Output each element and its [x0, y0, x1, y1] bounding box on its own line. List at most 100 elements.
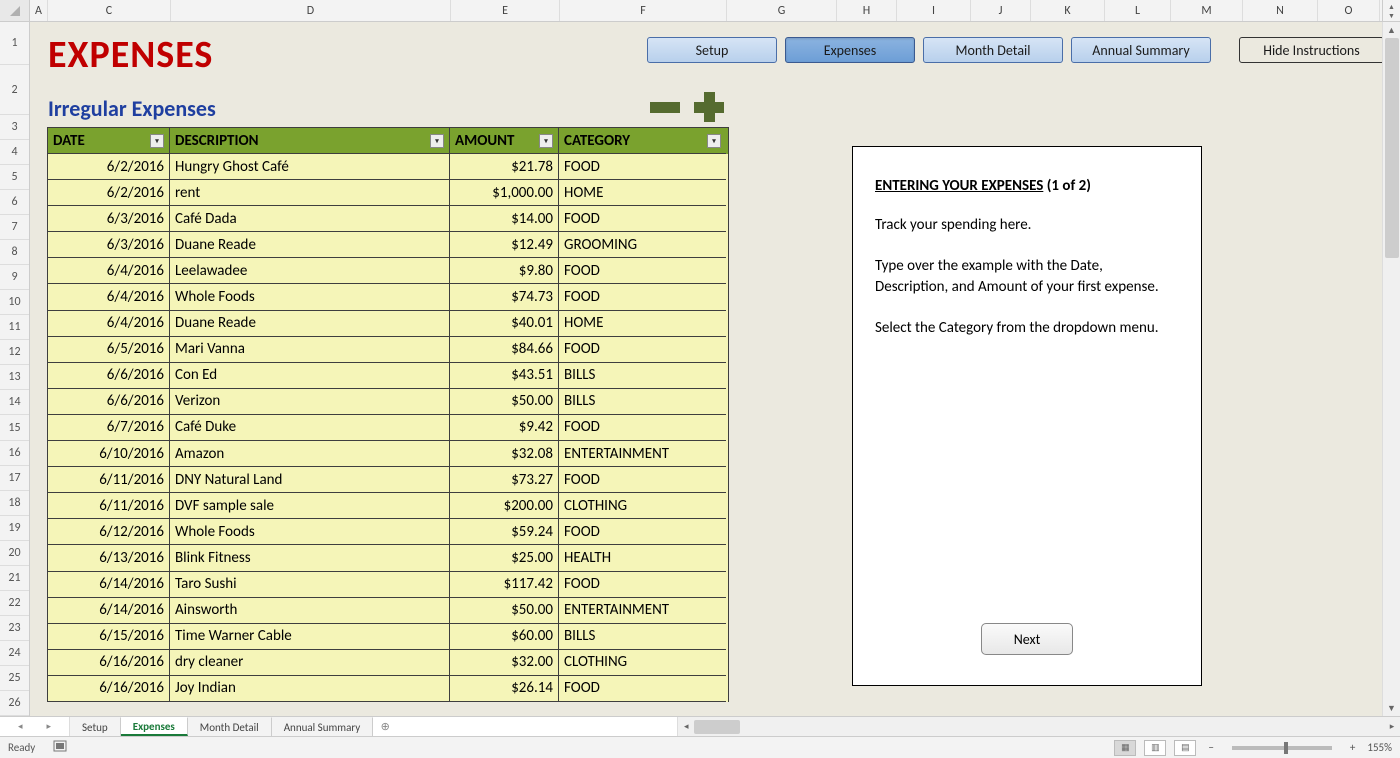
- cell-description[interactable]: rent: [170, 180, 450, 206]
- cell-description[interactable]: DNY Natural Land: [170, 467, 450, 493]
- row-header-9[interactable]: 9: [0, 265, 29, 290]
- cell-description[interactable]: Joy Indian: [170, 676, 450, 702]
- cell-amount[interactable]: $60.00: [450, 624, 559, 650]
- column-header-E[interactable]: E: [451, 0, 560, 21]
- cell-date[interactable]: 6/16/2016: [48, 676, 170, 702]
- cell-category[interactable]: BILLS: [559, 624, 726, 650]
- cell-description[interactable]: Ainsworth: [170, 598, 450, 624]
- cell-amount[interactable]: $40.01: [450, 311, 559, 337]
- cell-date[interactable]: 6/14/2016: [48, 598, 170, 624]
- filter-drop-icon[interactable]: ▾: [150, 134, 164, 148]
- cell-amount[interactable]: $9.80: [450, 258, 559, 284]
- cell-description[interactable]: Hungry Ghost Café: [170, 154, 450, 180]
- cell-category[interactable]: BILLS: [559, 363, 726, 389]
- cell-category[interactable]: FOOD: [559, 258, 726, 284]
- row-header-7[interactable]: 7: [0, 215, 29, 240]
- cell-category[interactable]: HEALTH: [559, 545, 726, 571]
- cell-date[interactable]: 6/13/2016: [48, 545, 170, 571]
- cell-date[interactable]: 6/2/2016: [48, 154, 170, 180]
- vertical-scrollbar[interactable]: ▲ ▼: [1382, 22, 1400, 716]
- row-header-6[interactable]: 6: [0, 190, 29, 215]
- row-header-14[interactable]: 14: [0, 390, 29, 415]
- cell-amount[interactable]: $1,000.00: [450, 180, 559, 206]
- cell-amount[interactable]: $84.66: [450, 337, 559, 363]
- nav-expenses-button[interactable]: Expenses: [785, 37, 915, 63]
- cell-description[interactable]: Café Duke: [170, 415, 450, 441]
- cell-category[interactable]: FOOD: [559, 415, 726, 441]
- cell-date[interactable]: 6/15/2016: [48, 624, 170, 650]
- cell-description[interactable]: DVF sample sale: [170, 493, 450, 519]
- hscroll-right-icon[interactable]: ▸: [1384, 721, 1400, 732]
- cell-category[interactable]: HOME: [559, 180, 726, 206]
- cell-amount[interactable]: $21.78: [450, 154, 559, 180]
- cell-date[interactable]: 6/4/2016: [48, 258, 170, 284]
- cell-amount[interactable]: $200.00: [450, 493, 559, 519]
- column-header-G[interactable]: G: [727, 0, 837, 21]
- cell-amount[interactable]: $43.51: [450, 363, 559, 389]
- cell-date[interactable]: 6/3/2016: [48, 206, 170, 232]
- cell-amount[interactable]: $117.42: [450, 572, 559, 598]
- cell-amount[interactable]: $25.00: [450, 545, 559, 571]
- cell-amount[interactable]: $14.00: [450, 206, 559, 232]
- cell-date[interactable]: 6/4/2016: [48, 311, 170, 337]
- cell-description[interactable]: Duane Reade: [170, 311, 450, 337]
- cell-amount[interactable]: $74.73: [450, 284, 559, 310]
- cell-date[interactable]: 6/14/2016: [48, 572, 170, 598]
- cell-date[interactable]: 6/3/2016: [48, 232, 170, 258]
- nav-month-detail-button[interactable]: Month Detail: [923, 37, 1063, 63]
- cell-date[interactable]: 6/11/2016: [48, 467, 170, 493]
- row-header-15[interactable]: 15: [0, 415, 29, 440]
- tab-nav-arrows[interactable]: ◂ ▸: [0, 717, 70, 736]
- column-header-I[interactable]: I: [897, 0, 971, 21]
- row-header-17[interactable]: 17: [0, 466, 29, 491]
- cell-category[interactable]: FOOD: [559, 284, 726, 310]
- row-header-21[interactable]: 21: [0, 566, 29, 591]
- cell-date[interactable]: 6/6/2016: [48, 389, 170, 415]
- row-header-5[interactable]: 5: [0, 165, 29, 190]
- column-header-M[interactable]: M: [1171, 0, 1243, 21]
- row-header-22[interactable]: 22: [0, 591, 29, 616]
- cell-amount[interactable]: $59.24: [450, 519, 559, 545]
- tab-first-icon[interactable]: ◂: [18, 721, 23, 732]
- cell-category[interactable]: CLOTHING: [559, 650, 726, 676]
- horizontal-scrollbar[interactable]: ◂ ▸: [677, 717, 1400, 736]
- cell-category[interactable]: FOOD: [559, 676, 726, 702]
- row-header-1[interactable]: 1: [0, 22, 29, 65]
- add-sheet-button[interactable]: ⊕: [373, 717, 397, 736]
- worksheet-tab-annual-summary[interactable]: Annual Summary: [272, 717, 374, 736]
- cell-amount[interactable]: $50.00: [450, 389, 559, 415]
- cell-category[interactable]: BILLS: [559, 389, 726, 415]
- cell-date[interactable]: 6/7/2016: [48, 415, 170, 441]
- worksheet-tab-expenses[interactable]: Expenses: [121, 717, 188, 736]
- cell-date[interactable]: 6/6/2016: [48, 363, 170, 389]
- row-header-3[interactable]: 3: [0, 115, 29, 140]
- view-normal-icon[interactable]: ▦: [1114, 740, 1136, 756]
- cell-date[interactable]: 6/12/2016: [48, 519, 170, 545]
- cell-description[interactable]: Taro Sushi: [170, 572, 450, 598]
- nav-setup-button[interactable]: Setup: [647, 37, 777, 63]
- cell-category[interactable]: HOME: [559, 311, 726, 337]
- cell-category[interactable]: FOOD: [559, 572, 726, 598]
- scroll-up-icon[interactable]: ▲: [1383, 22, 1400, 38]
- cell-description[interactable]: Con Ed: [170, 363, 450, 389]
- cell-description[interactable]: Mari Vanna: [170, 337, 450, 363]
- row-header-18[interactable]: 18: [0, 491, 29, 516]
- row-header-25[interactable]: 25: [0, 666, 29, 691]
- filter-drop-icon[interactable]: ▾: [430, 134, 444, 148]
- cell-date[interactable]: 6/10/2016: [48, 441, 170, 467]
- cell-description[interactable]: Time Warner Cable: [170, 624, 450, 650]
- filter-drop-icon[interactable]: ▾: [539, 134, 553, 148]
- cell-date[interactable]: 6/11/2016: [48, 493, 170, 519]
- row-header-19[interactable]: 19: [0, 516, 29, 541]
- cell-description[interactable]: Verizon: [170, 389, 450, 415]
- zoom-level[interactable]: 155%: [1367, 741, 1392, 754]
- worksheet-tab-setup[interactable]: Setup: [70, 717, 121, 736]
- hscroll-thumb[interactable]: [694, 720, 740, 734]
- header-date[interactable]: DATE ▾: [48, 128, 170, 154]
- column-scroll-buttons[interactable]: ▲▼: [1382, 0, 1400, 21]
- cell-category[interactable]: CLOTHING: [559, 493, 726, 519]
- tab-prev-icon[interactable]: ▸: [46, 721, 51, 732]
- worksheet-area[interactable]: EXPENSES Irregular Expenses Setup Expens…: [30, 22, 1382, 716]
- cell-category[interactable]: FOOD: [559, 519, 726, 545]
- scroll-thumb[interactable]: [1385, 38, 1399, 258]
